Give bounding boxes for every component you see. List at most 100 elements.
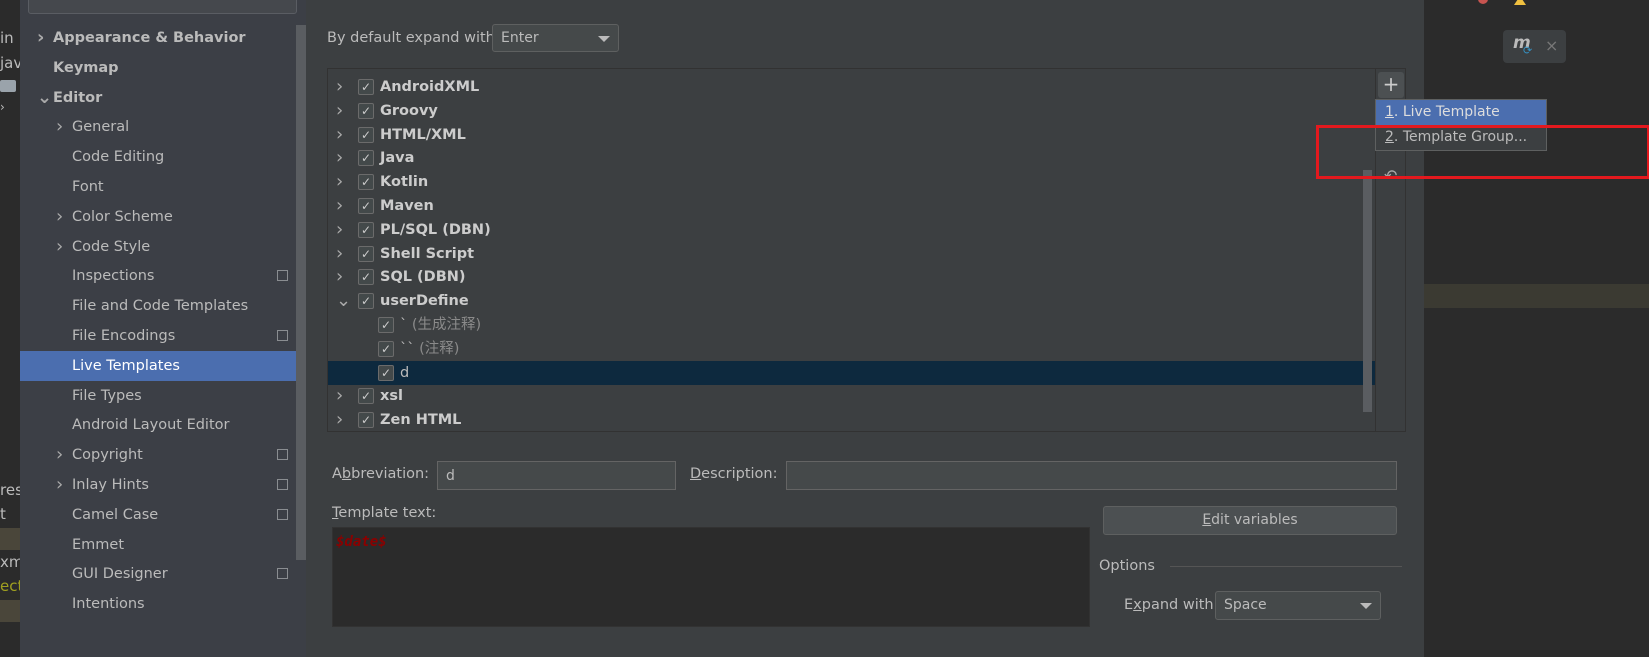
checkbox[interactable]: ✓ [358, 293, 374, 310]
checkbox[interactable]: ✓ [378, 364, 394, 381]
sidebar-item[interactable]: Inspections [20, 261, 296, 291]
maven-reload-button[interactable]: m ⟳ × [1503, 30, 1566, 63]
chevron-right-icon[interactable]: › [336, 265, 343, 289]
chevron-right-icon[interactable]: › [336, 384, 343, 408]
chevron-right-icon[interactable]: › [336, 99, 343, 123]
chevron-right-icon[interactable]: › [37, 23, 44, 53]
menu-item-live-template[interactable]: 1. Live Template [1376, 100, 1546, 125]
sidebar-item[interactable]: File and Code Templates [20, 291, 296, 321]
sidebar-item[interactable]: › Code Style [20, 232, 296, 262]
sidebar-item[interactable]: › Appearance & Behavior [20, 23, 296, 53]
template-group-row[interactable]: › ✓ Groovy [328, 99, 1376, 123]
highlight [0, 528, 20, 550]
template-group-row[interactable]: › ✓ Shell Script [328, 242, 1376, 266]
checkbox[interactable]: ✓ [358, 150, 374, 167]
template-group-row[interactable]: › ✓ Kotlin [328, 170, 1376, 194]
template-group-row[interactable]: › ✓ SQL (DBN) [328, 265, 1376, 289]
sidebar-item-label: Color Scheme [72, 208, 173, 225]
sidebar-item[interactable]: Intentions [20, 589, 296, 619]
fragment: ect [0, 577, 20, 595]
template-group-row[interactable]: › ✓ xsl [328, 384, 1376, 408]
sidebar-item[interactable]: › Color Scheme [20, 202, 296, 232]
sidebar-item-label: Inlay Hints [72, 477, 149, 493]
checkbox[interactable]: ✓ [378, 340, 394, 357]
template-row[interactable]: ✓ ` (生成注释) [328, 313, 1376, 337]
chevron-right-icon[interactable]: › [336, 194, 343, 218]
chevron-right-icon[interactable]: › [336, 123, 343, 147]
checkbox[interactable]: ✓ [378, 317, 394, 333]
template-label: Zen HTML [380, 412, 462, 429]
sidebar-item[interactable]: Camel Case [20, 500, 296, 530]
tree-scrollbar[interactable] [1363, 170, 1372, 412]
description-label: Description: [690, 466, 778, 482]
chevron-right-icon[interactable]: › [56, 202, 63, 232]
sidebar-item[interactable]: File Types [20, 381, 296, 411]
sidebar-item[interactable]: File Encodings [20, 321, 296, 351]
template-group-row[interactable]: › ✓ Java [328, 146, 1376, 170]
template-group-row[interactable]: › ✓ Maven [328, 194, 1376, 218]
checkbox[interactable]: ✓ [358, 245, 374, 262]
settings-search-input[interactable] [28, 0, 297, 14]
checkbox[interactable]: ✓ [358, 269, 374, 286]
sidebar-item[interactable]: GUI Designer [20, 559, 296, 589]
chevron-right-icon[interactable]: › [336, 170, 343, 194]
template-group-row[interactable]: › ✓ AndroidXML [328, 75, 1376, 99]
sidebar-item[interactable]: › Copyright [20, 440, 296, 470]
abbreviation-input[interactable] [437, 461, 676, 490]
chevron-right-icon[interactable]: › [56, 440, 63, 470]
description-input[interactable] [786, 461, 1397, 490]
chevron-down-icon[interactable]: ⌄ [336, 289, 351, 313]
sidebar-scrollbar[interactable] [296, 25, 306, 560]
chevron-down-icon[interactable]: ⌄ [37, 83, 52, 113]
close-icon[interactable]: × [1545, 36, 1558, 55]
sidebar-item-label: File Types [72, 387, 142, 404]
template-group-row[interactable]: › ✓ Zen HTML [328, 408, 1376, 431]
chevron-right-icon[interactable]: › [336, 408, 343, 431]
sidebar-item[interactable]: › General [20, 112, 296, 142]
default-expand-select[interactable]: Enter [492, 24, 619, 52]
template-label: PL/SQL (DBN) [380, 221, 491, 238]
checkbox[interactable]: ✓ [358, 388, 374, 405]
checkbox[interactable]: ✓ [358, 412, 374, 429]
folder-icon [0, 80, 16, 92]
add-button[interactable]: + [1378, 72, 1404, 98]
template-group-row[interactable]: ⌄ ✓ userDefine [328, 289, 1376, 313]
chevron-right-icon[interactable]: › [336, 146, 343, 170]
checkbox[interactable]: ✓ [358, 102, 374, 119]
expand-with-select[interactable]: Space [1215, 591, 1381, 620]
template-row[interactable]: ✓ `` (注释) [328, 337, 1376, 361]
edit-variables-button[interactable]: Edit variables [1103, 506, 1397, 535]
template-label: d [400, 364, 410, 381]
fragment: jav [0, 54, 20, 72]
sidebar-item[interactable]: Font [20, 172, 296, 202]
sidebar-item[interactable]: ⌄ Editor [20, 83, 296, 113]
project-level-icon [277, 479, 288, 490]
checkbox[interactable]: ✓ [358, 221, 374, 238]
sidebar-item[interactable]: Live Templates [20, 350, 296, 381]
sidebar-item[interactable]: Keymap [20, 53, 296, 83]
chevron-right-icon[interactable]: › [56, 112, 63, 142]
checkbox[interactable]: ✓ [358, 198, 374, 214]
template-group-row[interactable]: › ✓ PL/SQL (DBN) [328, 218, 1376, 242]
checkbox[interactable]: ✓ [358, 126, 374, 143]
checkbox[interactable]: ✓ [358, 174, 374, 191]
chevron-right-icon[interactable]: › [336, 218, 343, 242]
sidebar-item[interactable]: › Inlay Hints [20, 470, 296, 500]
template-group-row[interactable]: › ✓ HTML/XML [328, 123, 1376, 147]
row-label: d [400, 361, 409, 385]
sidebar-item-label: File and Code Templates [72, 298, 249, 315]
sidebar-item[interactable]: Emmet [20, 530, 296, 560]
template-description: (生成注释) [411, 317, 482, 333]
chevron-right-icon[interactable]: › [56, 470, 63, 500]
sidebar-item-label: Emmet [72, 536, 125, 553]
template-label: Shell Script [380, 245, 475, 262]
chevron-right-icon[interactable]: › [336, 75, 343, 99]
template-text-editor[interactable]: $date$ [332, 527, 1090, 627]
chevron-right-icon[interactable]: › [56, 232, 63, 262]
sidebar-item[interactable]: Code Editing [20, 142, 296, 172]
chevron-right-icon[interactable]: › [336, 242, 343, 266]
abbreviation-label: Abbreviation: [332, 466, 430, 482]
checkbox[interactable]: ✓ [358, 79, 374, 95]
template-row[interactable]: ✓ d [328, 360, 1376, 385]
sidebar-item[interactable]: Android Layout Editor [20, 410, 296, 440]
